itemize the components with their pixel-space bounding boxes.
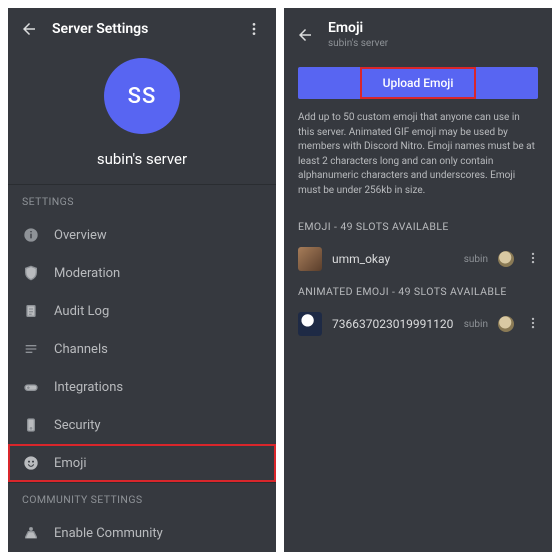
emoji-icon <box>22 455 40 471</box>
page-subtitle: subin's server <box>328 38 540 49</box>
settings-item-audit-log[interactable]: Audit Log <box>8 292 276 330</box>
settings-item-label: Enable Community <box>54 526 163 541</box>
settings-item-label: Audit Log <box>54 304 109 319</box>
settings-item-channels[interactable]: Channels <box>8 330 276 368</box>
uploader-avatar <box>498 316 514 332</box>
clipboard-icon <box>22 303 40 319</box>
more-icon[interactable] <box>524 251 542 268</box>
emoji-uploader: subin <box>464 319 488 330</box>
emoji-uploader: subin <box>464 254 488 265</box>
phone-lock-icon <box>22 417 40 433</box>
server-name: subin's server <box>97 150 187 168</box>
upload-emoji-label: Upload Emoji <box>383 76 454 90</box>
uploader-avatar <box>498 251 514 267</box>
server-avatar-zone: SS subin's server <box>8 46 276 184</box>
list-icon <box>22 341 40 357</box>
controller-icon <box>22 379 40 395</box>
emoji-row[interactable]: umm_okay subin <box>284 241 552 277</box>
header: Server Settings <box>8 8 276 46</box>
settings-item-emoji[interactable]: Emoji <box>8 444 276 482</box>
info-icon <box>22 227 40 243</box>
page-title: Server Settings <box>52 21 230 37</box>
header: Emoji subin's server <box>284 8 552 57</box>
settings-item-moderation[interactable]: Moderation <box>8 254 276 292</box>
page-title: Emoji <box>328 20 540 36</box>
emoji-animated-header: ANIMATED EMOJI - 49 SLOTS AVAILABLE <box>284 277 552 306</box>
settings-item-security[interactable]: Security <box>8 406 276 444</box>
upload-emoji-button[interactable]: Upload Emoji <box>298 67 538 99</box>
settings-item-label: Security <box>54 418 101 433</box>
emoji-description: Add up to 50 custom emoji that anyone ca… <box>284 107 552 212</box>
settings-item-enable-community[interactable]: Enable Community <box>8 514 276 552</box>
settings-item-label: Overview <box>54 228 107 243</box>
section-label-community: COMMUNITY SETTINGS <box>8 482 276 514</box>
settings-item-label: Integrations <box>54 380 123 395</box>
emoji-thumbnail <box>298 312 322 336</box>
more-icon[interactable] <box>244 21 264 37</box>
emoji-row[interactable]: 736637023019991120 subin <box>284 306 552 342</box>
settings-item-label: Emoji <box>54 456 86 471</box>
emoji-panel: Emoji subin's server Upload Emoji Add up… <box>284 8 552 552</box>
back-arrow-icon[interactable] <box>296 26 314 44</box>
settings-item-label: Moderation <box>54 266 120 281</box>
emoji-thumbnail <box>298 247 322 271</box>
emoji-static-header: EMOJI - 49 SLOTS AVAILABLE <box>284 212 552 241</box>
back-arrow-icon[interactable] <box>20 20 38 38</box>
shield-icon <box>22 265 40 281</box>
settings-item-overview[interactable]: Overview <box>8 216 276 254</box>
section-label-settings: SETTINGS <box>8 184 276 216</box>
more-icon[interactable] <box>524 316 542 333</box>
emoji-name: umm_okay <box>332 252 454 266</box>
settings-list: Overview Moderation Audit Log Channels I… <box>8 216 276 482</box>
server-avatar[interactable]: SS <box>104 58 180 134</box>
settings-item-label: Channels <box>54 342 108 357</box>
settings-item-integrations[interactable]: Integrations <box>8 368 276 406</box>
server-settings-panel: Server Settings SS subin's server SETTIN… <box>8 8 276 552</box>
emoji-name: 736637023019991120 <box>332 317 454 331</box>
community-icon <box>22 525 40 541</box>
